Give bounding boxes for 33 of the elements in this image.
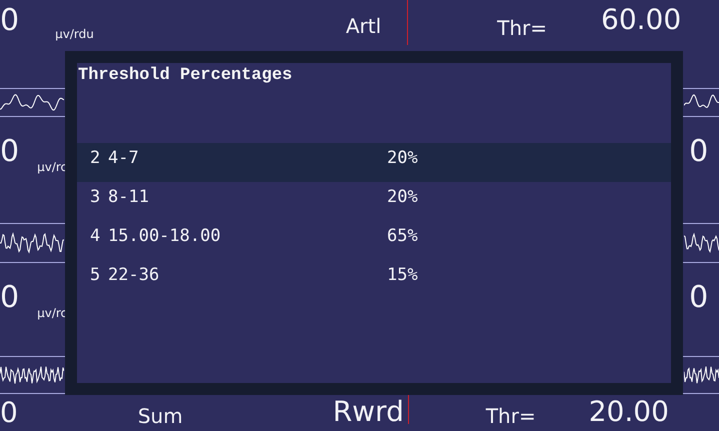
- percent-value: 65%: [387, 225, 418, 247]
- value-reading: 0: [0, 283, 20, 313]
- threshold-value: 60.00: [601, 6, 682, 34]
- artifact-label: Artl: [346, 16, 382, 36]
- reward-label: Rwrd: [332, 398, 404, 426]
- value-reading: 0: [0, 6, 20, 36]
- threshold-row[interactable]: 2 4-7 20%: [77, 143, 671, 182]
- unit-label: µv/rdu: [55, 28, 94, 40]
- frequency-range: 22-36: [108, 264, 160, 286]
- dialog-title: Threshold Percentages: [77, 65, 294, 87]
- sum-label: Sum: [138, 406, 183, 426]
- unit-label: µv/rc: [37, 307, 68, 319]
- frequency-range: 8-11: [108, 186, 150, 208]
- row-index: 5: [90, 264, 102, 286]
- frequency-range: 4-7: [108, 147, 140, 169]
- value-reading: 0: [0, 137, 20, 167]
- percent-value: 20%: [387, 147, 418, 169]
- threshold-label: Thr=: [497, 18, 548, 38]
- threshold-row[interactable]: 4 15.00-18.00 65%: [77, 221, 671, 260]
- row-index: 2: [90, 147, 102, 169]
- frequency-range: 15.00-18.00: [108, 225, 222, 247]
- value-reading: 0: [689, 137, 708, 167]
- value-reading: 0: [689, 283, 708, 313]
- percent-value: 20%: [387, 186, 418, 208]
- row-index: 3: [90, 186, 102, 208]
- threshold-row[interactable]: 5 22-36 15%: [77, 260, 671, 299]
- threshold-row[interactable]: 3 8-11 20%: [77, 182, 671, 221]
- value-reading: 0: [0, 399, 18, 427]
- percent-value: 15%: [387, 264, 418, 286]
- row-index: 4: [90, 225, 102, 247]
- threshold-value: 20.00: [588, 398, 669, 426]
- unit-label: µv/rc: [37, 161, 68, 173]
- threshold-label: Thr=: [486, 406, 536, 426]
